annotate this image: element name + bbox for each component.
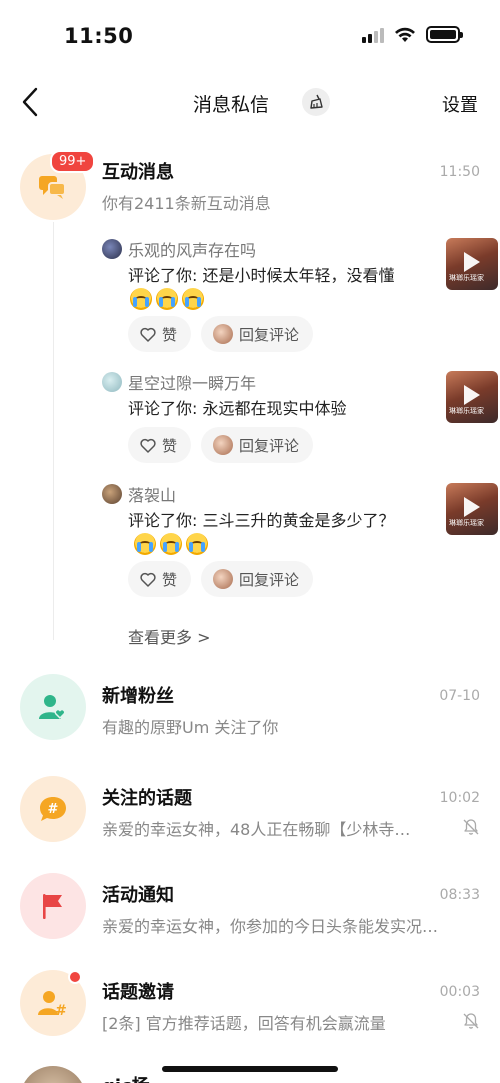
wifi-icon — [395, 27, 415, 42]
unread-badge: 99+ — [50, 150, 96, 173]
comment-username: 落袈山 — [128, 486, 177, 505]
laughing-crying-emoji-icon — [182, 288, 204, 310]
crying-emoji-icon — [134, 533, 156, 555]
video-thumbnail[interactable]: 琳瑯乐瑶家 — [446, 371, 498, 423]
chat-bubbles-icon — [39, 176, 66, 199]
comment-text-content: 评论了你: 永远都在现实中体验 — [128, 399, 347, 418]
user-avatar — [102, 239, 122, 259]
reply-comment-button[interactable]: 回复评论 — [201, 561, 314, 597]
thumbnail-caption: 琳瑯乐瑶家 — [449, 519, 484, 527]
battery-icon — [426, 26, 463, 43]
interaction-time: 11:50 — [439, 164, 480, 180]
invite-time: 00:03 — [439, 984, 480, 1000]
settings-button[interactable]: 设置 — [442, 91, 478, 117]
heart-outline-icon — [140, 572, 156, 587]
unread-dot — [68, 970, 82, 984]
comment-username: 乐观的风声存在吗 — [128, 241, 257, 260]
followers-subtitle: 有趣的原野Um 关注了你 — [102, 718, 279, 737]
laughing-crying-emoji-icon — [156, 288, 178, 310]
my-avatar — [213, 324, 234, 344]
new-followers-row[interactable]: 新增粉丝 07-10 有趣的原野Um 关注了你 — [0, 674, 500, 756]
status-bar: 11:50 — [0, 0, 500, 70]
laughing-crying-emoji-icon — [130, 288, 152, 310]
comment-actions: 赞 回复评论 — [128, 427, 314, 463]
topic-invite-icon: # — [38, 991, 67, 1017]
user-avatar — [20, 1066, 86, 1083]
comment-text: 评论了你: 永远都在现实中体验 — [128, 397, 408, 421]
followers-title: 新增粉丝 — [102, 686, 174, 707]
thumbnail-caption: 琳瑯乐瑶家 — [449, 274, 484, 282]
hashtag-icon: # — [40, 797, 66, 821]
activity-title: 活动通知 — [102, 885, 174, 906]
comment-user[interactable]: 星空过隙一瞬万年 — [102, 371, 256, 393]
like-button[interactable]: 赞 — [128, 316, 192, 352]
my-avatar — [213, 435, 234, 455]
reply-label: 回复评论 — [239, 570, 300, 589]
comment-text: 评论了你: 还是小时候太年轻，没看懂 — [128, 264, 408, 313]
like-label: 赞 — [162, 436, 178, 455]
my-avatar — [213, 569, 234, 589]
comment-user[interactable]: 落袈山 — [102, 483, 176, 505]
conversation-name: gjc杨 — [102, 1072, 150, 1083]
mute-bell-icon — [463, 1013, 479, 1029]
follower-icon — [39, 695, 66, 720]
interaction-subtitle: 你有2411条新互动消息 — [102, 194, 271, 213]
video-thumbnail[interactable]: 琳瑯乐瑶家 — [446, 483, 498, 535]
thumbnail-caption: 琳瑯乐瑶家 — [449, 407, 484, 415]
like-button[interactable]: 赞 — [128, 427, 192, 463]
followers-avatar — [20, 674, 86, 740]
comment-text-content: 评论了你: 三斗三升的黄金是多少了？ — [128, 511, 395, 530]
flag-icon — [43, 894, 62, 919]
topics-time: 10:02 — [439, 790, 480, 806]
comment-actions: 赞 回复评论 — [128, 316, 314, 352]
comment-item[interactable]: 乐观的风声存在吗 评论了你: 还是小时候太年轻，没看懂 赞 回复评论 琳瑯乐瑶家 — [102, 238, 498, 354]
home-indicator[interactable] — [162, 1066, 338, 1072]
interaction-title: 互动消息 — [102, 162, 174, 183]
clear-unread-button[interactable] — [302, 88, 330, 116]
topics-title: 关注的话题 — [102, 788, 192, 809]
user-avatar — [102, 484, 122, 504]
like-label: 赞 — [162, 570, 178, 589]
svg-text:#: # — [55, 1003, 67, 1017]
status-icons — [362, 26, 463, 43]
activity-notice-row[interactable]: 活动通知 08:33 亲爱的幸运女神，你参加的今日头条能发实况… — [0, 873, 500, 955]
heart-outline-icon — [140, 327, 156, 342]
svg-text:#: # — [48, 802, 59, 817]
broom-icon — [310, 94, 323, 109]
crying-emoji-icon — [186, 533, 208, 555]
invite-subtitle: [2条] 官方推荐话题，回答有机会赢流量 — [102, 1014, 386, 1033]
comment-item[interactable]: 星空过隙一瞬万年 评论了你: 永远都在现实中体验 赞 回复评论 琳瑯乐瑶家 — [102, 371, 498, 467]
topics-avatar: # — [20, 776, 86, 842]
heart-outline-icon — [140, 438, 156, 453]
comment-item[interactable]: 落袈山 评论了你: 三斗三升的黄金是多少了？ 赞 回复评论 琳瑯乐瑶家 — [102, 483, 498, 599]
cellular-signal-icon — [362, 27, 384, 43]
crying-emoji-icon — [160, 533, 182, 555]
comment-actions: 赞 回复评论 — [128, 561, 314, 597]
mute-bell-icon — [463, 819, 479, 835]
comment-user[interactable]: 乐观的风声存在吗 — [102, 238, 256, 260]
user-avatar — [102, 372, 122, 392]
nav-bar: 消息私信 设置 — [0, 78, 500, 128]
see-more-link[interactable]: 查看更多 > — [128, 624, 211, 648]
video-thumbnail[interactable]: 琳瑯乐瑶家 — [446, 238, 498, 290]
activity-avatar — [20, 873, 86, 939]
reply-comment-button[interactable]: 回复评论 — [201, 427, 314, 463]
status-time: 11:50 — [64, 24, 134, 48]
activity-subtitle: 亲爱的幸运女神，你参加的今日头条能发实况… — [102, 917, 439, 936]
like-button[interactable]: 赞 — [128, 561, 192, 597]
reply-comment-button[interactable]: 回复评论 — [201, 316, 314, 352]
comment-text: 评论了你: 三斗三升的黄金是多少了？ — [128, 509, 408, 558]
comment-username: 星空过隙一瞬万年 — [128, 374, 257, 393]
invite-title: 话题邀请 — [102, 982, 174, 1003]
reply-label: 回复评论 — [239, 436, 300, 455]
reply-label: 回复评论 — [239, 325, 300, 344]
activity-time: 08:33 — [439, 887, 480, 903]
page-title: 消息私信 — [192, 94, 269, 116]
followed-topics-row[interactable]: # 关注的话题 10:02 亲爱的幸运女神，48人正在畅聊【少林寺… — [0, 776, 500, 858]
comment-text-content: 评论了你: 还是小时候太年轻，没看懂 — [128, 266, 395, 285]
followers-time: 07-10 — [439, 688, 480, 704]
thread-line — [53, 222, 54, 640]
topics-subtitle: 亲爱的幸运女神，48人正在畅聊【少林寺… — [102, 820, 411, 839]
like-label: 赞 — [162, 325, 178, 344]
